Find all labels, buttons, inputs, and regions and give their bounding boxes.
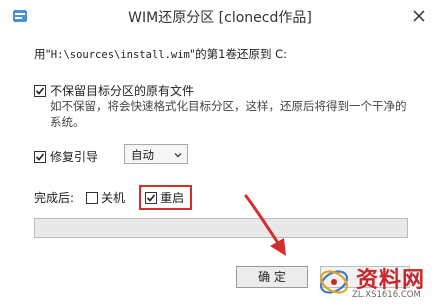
watermark-logo-icon: [319, 270, 349, 294]
reboot-checkbox[interactable]: [145, 191, 158, 204]
keep-files-checkbox[interactable]: [34, 84, 46, 97]
shutdown-checkbox[interactable]: [86, 191, 99, 204]
ok-button[interactable]: 确 定: [236, 266, 308, 288]
reboot-highlight-box: 重启: [139, 185, 193, 210]
shutdown-option[interactable]: 关机: [86, 189, 125, 206]
after-completion-label: 完成后:: [34, 191, 75, 205]
wim-restore-window: WIM还原分区 [clonecd作品] 用"H:\sources\install…: [0, 0, 440, 308]
hint-line-1: 如不保留，将会快速格式化目标分区，这样，还原后将得到一个干净的: [50, 99, 407, 113]
title-bar: WIM还原分区 [clonecd作品]: [0, 0, 440, 35]
dialog-content: 用"H:\sources\install.wim"的第1卷还原到 C: 不保留目…: [0, 34, 440, 308]
reboot-label: 重启: [160, 191, 185, 205]
watermark: 资料网 ZL.XS1616.COM: [316, 260, 436, 304]
keep-files-option[interactable]: 不保留目标分区的原有文件: [34, 82, 194, 99]
shutdown-label: 关机: [101, 191, 126, 205]
boot-mode-dropdown[interactable]: 自动: [124, 144, 188, 164]
keep-files-hint: 如不保留，将会快速格式化目标分区，这样，还原后将得到一个干净的 系统。: [50, 98, 410, 130]
keep-files-label: 不保留目标分区的原有文件: [50, 84, 195, 98]
hint-line-2: 系统。: [50, 115, 85, 129]
restore-prefix: 用": [34, 47, 51, 61]
boot-mode-value: 自动: [131, 148, 154, 162]
fix-boot-label: 修复引导: [50, 150, 99, 164]
checkmark-icon: [35, 152, 45, 161]
watermark-url: ZL.XS1616.COM: [352, 290, 421, 300]
checkmark-icon: [35, 86, 45, 95]
close-button[interactable]: [408, 6, 430, 26]
restore-path: H:\sources\install.wim: [50, 49, 190, 61]
restore-suffix: "的第1卷还原到 C:: [189, 47, 288, 61]
fix-boot-checkbox[interactable]: [34, 150, 46, 163]
chevron-down-icon: [173, 149, 183, 163]
reboot-option[interactable]: 重启: [145, 189, 184, 206]
fix-boot-option[interactable]: 修复引导: [34, 148, 98, 165]
restore-progress-bar: [34, 218, 408, 238]
after-completion-row: 完成后: 关机 重启: [34, 185, 193, 210]
restore-source-text: 用"H:\sources\install.wim"的第1卷还原到 C:: [34, 46, 287, 62]
checkmark-icon: [146, 193, 156, 202]
window-title: WIM还原分区 [clonecd作品]: [128, 10, 312, 26]
close-icon: [413, 10, 425, 22]
annotation-arrow-icon: [244, 194, 286, 256]
